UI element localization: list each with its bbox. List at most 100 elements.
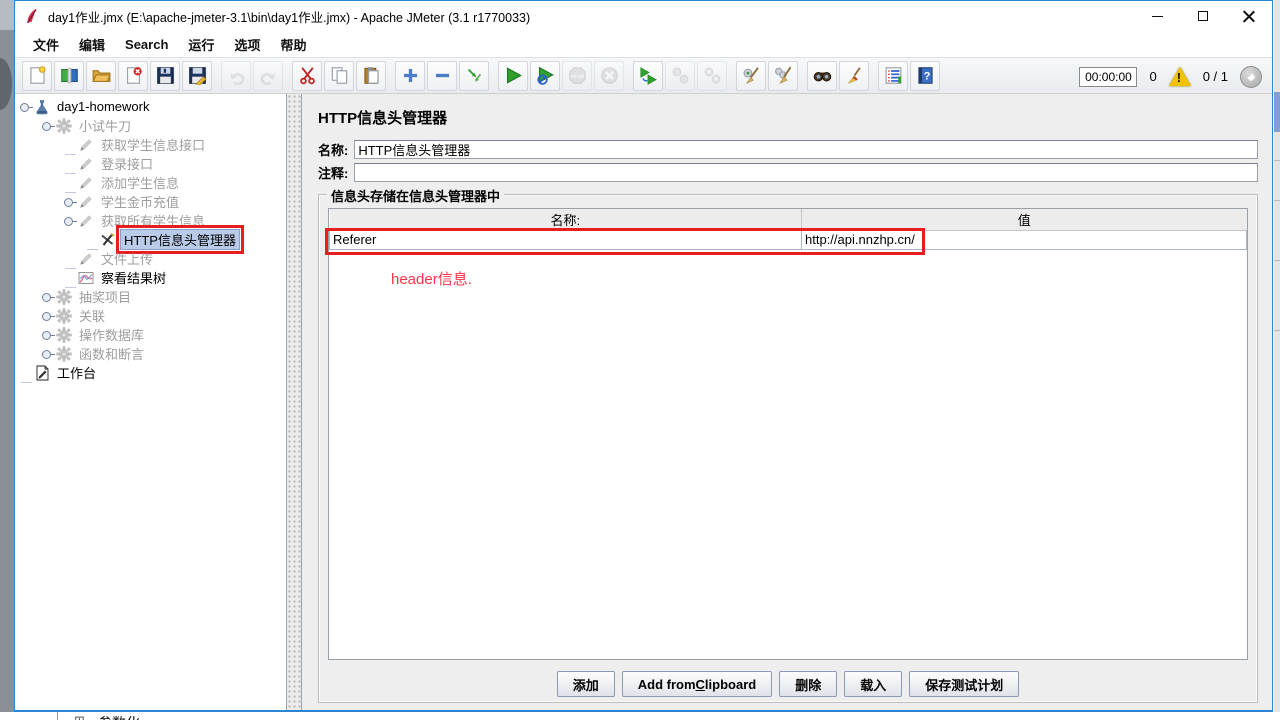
gear-icon — [55, 345, 72, 362]
tree-item[interactable]: 学生金币充值 — [15, 192, 286, 211]
tree-item-label: 学生金币充值 — [101, 195, 180, 210]
menu-item-run[interactable]: 运行 — [178, 32, 224, 57]
load-button[interactable]: 载入 — [844, 671, 903, 697]
tree-expand-handle[interactable] — [41, 287, 55, 306]
tree-expand-handle[interactable] — [63, 192, 77, 211]
toolbar-clear-all-button[interactable] — [768, 60, 798, 91]
toolbar-start-button[interactable] — [498, 60, 528, 91]
header-name-cell[interactable]: Referer — [329, 229, 802, 250]
tree-item[interactable]: 关联 — [15, 306, 286, 325]
sheet-grid-icon: ⊞ — [74, 713, 85, 720]
toolbar-help-button[interactable]: ? — [910, 60, 940, 91]
toolbar-separator — [870, 61, 877, 91]
name-label: 名称: — [318, 143, 349, 158]
toolbar-save-as-button[interactable] — [182, 60, 212, 91]
tree-item[interactable]: 小试牛刀 — [15, 116, 286, 135]
toolbar-undo-button — [221, 60, 251, 91]
toolbar-templates-button[interactable] — [54, 60, 84, 91]
toolbar-expand-all-button[interactable] — [395, 60, 425, 91]
tree-expand-handle[interactable] — [41, 325, 55, 344]
toolbar-separator — [387, 61, 394, 91]
gear-icon — [55, 288, 72, 305]
tree-item[interactable]: 函数和断言 — [15, 344, 286, 363]
tree-item[interactable]: 工作台 — [15, 363, 286, 383]
test-plan-tree: day1-homework 小试牛刀 获取学生信息接口 登录接口添加学生信息 学生金币充… — [15, 94, 287, 710]
toolbar-toggle-button[interactable] — [459, 60, 489, 91]
tree-item[interactable]: day1-homework — [15, 97, 286, 116]
tree-item[interactable]: 察看结果树 — [15, 268, 286, 288]
header-row[interactable]: Referer http://api.nnzhp.cn/ — [329, 229, 1247, 250]
tree-item[interactable]: 添加学生信息 — [15, 173, 286, 193]
menu-item-edit[interactable]: 编辑 — [69, 32, 115, 57]
tree-item-label: 获取所有学生信息 — [101, 214, 206, 229]
warning-triangle-icon[interactable] — [1168, 67, 1191, 86]
header-manager-icon — [99, 231, 116, 248]
toolbar-function-helper-button[interactable] — [878, 60, 908, 91]
menu-item-search[interactable]: Search — [115, 34, 178, 55]
maximize-button[interactable] — [1180, 1, 1226, 31]
tree-item-label: 关联 — [79, 309, 106, 324]
tree-expand-handle[interactable] — [63, 211, 77, 230]
tree-item-label: day1-homework — [57, 99, 150, 114]
tree-item-label: 添加学生信息 — [101, 176, 180, 191]
toolbar-cut-button[interactable] — [292, 60, 322, 91]
close-button[interactable] — [1226, 1, 1272, 31]
groupbox-title: 信息头存储在信息头管理器中 — [327, 186, 505, 205]
gear-icon — [55, 326, 72, 343]
add-from-clipboard-button[interactable]: Add from Clipboard — [621, 671, 773, 697]
tree-item[interactable]: 获取所有学生信息 — [15, 211, 286, 230]
comment-input[interactable] — [354, 163, 1258, 182]
toolbar-collapse-all-button[interactable] — [427, 60, 457, 91]
toolbar-remote-start-all-button[interactable] — [633, 60, 663, 91]
tree-expand-handle[interactable] — [41, 116, 55, 135]
tree-item[interactable]: 获取学生信息接口 — [15, 135, 286, 155]
tree-item-label: 小试牛刀 — [79, 119, 132, 134]
toolbar-paste-button[interactable] — [356, 60, 386, 91]
title-bar[interactable]: day1作业.jmx (E:\apache-jmeter-3.1\bin\day… — [15, 1, 1272, 31]
split-pane-divider[interactable] — [287, 94, 301, 710]
menu-item-file[interactable]: 文件 — [23, 32, 69, 57]
tree-item[interactable]: 登录接口 — [15, 154, 286, 174]
toolbar-remote-shutdown-all-button — [697, 60, 727, 91]
menu-bar: 文件 编辑 Search 运行 选项 帮助 — [15, 31, 1272, 57]
tree-expand-handle[interactable] — [41, 344, 55, 363]
toolbar-save-button[interactable] — [150, 60, 180, 91]
header-value-cell[interactable]: http://api.nnzhp.cn/ — [801, 229, 1247, 250]
tree-item-label: 文件上传 — [101, 252, 154, 267]
toolbar-separator — [799, 61, 806, 91]
tree-item[interactable]: 文件上传 — [15, 249, 286, 269]
column-header-value[interactable]: 值 — [801, 209, 1247, 231]
tree-expand-handle[interactable] — [41, 306, 55, 325]
toolbar-separator — [728, 61, 735, 91]
menu-item-options[interactable]: 选项 — [224, 32, 270, 57]
toolbar-copy-button[interactable] — [324, 60, 354, 91]
tree-item[interactable]: HTTP信息头管理器 — [15, 225, 286, 254]
add-button[interactable]: 添加 — [556, 671, 615, 697]
toolbar-search-button[interactable] — [807, 60, 837, 91]
save-test-plan-button[interactable]: 保存测试计划 — [909, 671, 1020, 697]
toolbar-search-reset-button[interactable] — [839, 60, 869, 91]
column-header-name[interactable]: 名称: — [329, 209, 802, 231]
panel-title: HTTP信息头管理器 — [318, 110, 448, 127]
name-input[interactable] — [354, 140, 1258, 159]
workbench-icon — [33, 364, 50, 381]
annotation-text: header信息. — [391, 271, 472, 288]
delete-button[interactable]: 删除 — [779, 671, 838, 697]
toolbar-clear-button[interactable] — [736, 60, 766, 91]
toolbar-start-no-pauses-button[interactable] — [530, 60, 560, 91]
toolbar-open-file-button[interactable] — [86, 60, 116, 91]
tree-expand-handle[interactable] — [19, 97, 33, 116]
tree-item[interactable]: 抽奖项目 — [15, 287, 286, 306]
thread-status-icon — [1240, 65, 1262, 88]
minimize-button[interactable] — [1134, 1, 1180, 31]
menu-item-help[interactable]: 帮助 — [270, 32, 316, 57]
tree-item[interactable]: 操作数据库 — [15, 325, 286, 344]
headers-table: 名称: 值 Referer http://api.nnzhp.cn/ — [329, 209, 1247, 250]
toolbar-close-file-button[interactable] — [118, 60, 148, 91]
background-window-right-sliver — [1274, 0, 1280, 720]
toolbar-new-file-button[interactable] — [22, 60, 52, 91]
toolbar-stop-button: STOP — [562, 60, 592, 91]
active-threads-count: 0 / 1 — [1202, 69, 1228, 84]
tree-item-label: 操作数据库 — [79, 328, 145, 343]
content-area: day1-homework 小试牛刀 获取学生信息接口 登录接口添加学生信息 学生金币充… — [15, 94, 1272, 710]
